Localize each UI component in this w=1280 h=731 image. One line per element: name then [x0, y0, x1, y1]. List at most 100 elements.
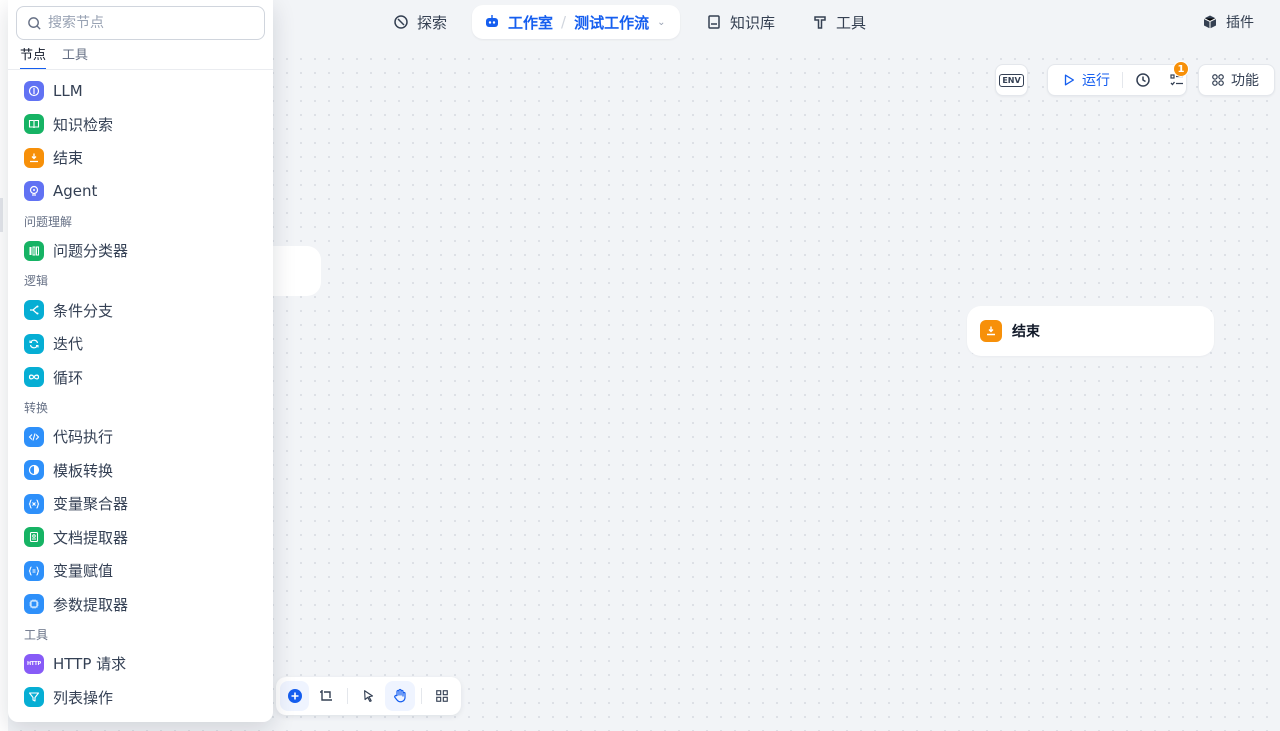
node-item-label: LLM: [53, 81, 83, 100]
nav-tools-label: 工具: [836, 13, 867, 32]
node-item-label: HTTP 请求: [53, 655, 127, 674]
node-item-param-extractor[interactable]: 参数提取器: [8, 588, 273, 622]
code-icon: [24, 426, 44, 447]
divider: [420, 688, 422, 704]
node-item-loop[interactable]: 循环: [8, 361, 273, 395]
node-item-knowledge-retrieval[interactable]: 知识检索: [8, 108, 273, 142]
divider: [1122, 72, 1123, 88]
node-item-label: 循环: [53, 368, 84, 387]
organize-button[interactable]: [428, 681, 457, 711]
cube-icon: [1203, 15, 1217, 29]
node-item-code[interactable]: 代码执行: [8, 420, 273, 454]
left-edge-handle: [0, 198, 3, 232]
canvas-tools: [276, 677, 461, 715]
grid-icon: [436, 690, 449, 702]
search-icon: [28, 16, 41, 30]
hand-mode-button[interactable]: [385, 681, 415, 711]
cursor-icon: [363, 690, 373, 702]
left-edge: [0, 0, 8, 731]
node-item-label: 变量赋值: [53, 562, 114, 581]
nav-plugins-label: 插件: [1226, 15, 1254, 31]
agent-icon: [24, 181, 44, 202]
node-item-label: 问题分类器: [53, 242, 129, 261]
infinity-icon: [24, 367, 44, 388]
history-icon[interactable]: [1135, 72, 1151, 88]
add-node-button[interactable]: [280, 681, 310, 711]
nav-tools[interactable]: 工具: [812, 6, 866, 38]
branch-icon: [24, 300, 44, 321]
node-item-agent[interactable]: Agent: [8, 175, 273, 209]
http-icon: HTTP: [24, 653, 44, 674]
node-item-label: 文档提取器: [53, 528, 129, 547]
nav-plugins[interactable]: 插件: [1202, 6, 1254, 38]
end-icon: [980, 320, 1002, 342]
hammer-icon: [814, 16, 826, 29]
pointer-mode-button[interactable]: [354, 681, 383, 711]
group-title-logic: 逻辑: [24, 274, 49, 288]
compass-icon: [394, 15, 408, 29]
tab-tools[interactable]: 工具: [62, 44, 88, 70]
workflow-name[interactable]: 测试工作流: [574, 12, 649, 33]
node-item-list-op[interactable]: 列表操作: [8, 681, 273, 715]
node-item-label: 迭代: [53, 335, 84, 354]
end-node[interactable]: 结束: [967, 306, 1214, 356]
node-item-label: 列表操作: [53, 688, 114, 707]
note-icon: [320, 690, 333, 701]
tab-nodes[interactable]: 节点: [20, 44, 47, 70]
group-title-transform: 转换: [24, 400, 49, 415]
env-button[interactable]: ENV: [995, 64, 1028, 96]
nav-explore-label: 探索: [417, 13, 448, 32]
hand-icon: [394, 688, 406, 703]
run-button[interactable]: 运行: [1082, 70, 1110, 90]
node-item-label: 条件分支: [53, 301, 114, 320]
search-input[interactable]: [48, 15, 248, 31]
end-node-label: 结束: [1012, 324, 1040, 340]
document-icon: [24, 527, 44, 548]
node-item-label: 变量聚合器: [53, 495, 129, 514]
node-item-label: Agent: [53, 182, 98, 201]
divider: [346, 688, 348, 704]
node-item-label: 代码执行: [53, 428, 114, 447]
search-box[interactable]: [16, 6, 265, 40]
panel-tabs: 节点 工具: [20, 44, 88, 70]
node-item-doc-extractor[interactable]: 文档提取器: [8, 521, 273, 555]
chevron-down-icon[interactable]: ⌄: [657, 17, 665, 28]
nav-knowledge[interactable]: 知识库: [706, 6, 775, 38]
nav-studio-label: 工作室: [508, 13, 554, 32]
template-icon: [24, 460, 44, 481]
node-item-http[interactable]: HTTP HTTP 请求: [8, 647, 273, 681]
group-title-question: 问题理解: [24, 214, 73, 229]
node-item-template[interactable]: 模板转换: [8, 454, 273, 488]
tabs-divider: [8, 69, 273, 70]
features-label: 功能: [1231, 73, 1259, 89]
node-item-if-else[interactable]: 条件分支: [8, 294, 273, 328]
features-button[interactable]: 功能: [1198, 64, 1275, 96]
node-item-variable-assign[interactable]: 变量赋值: [8, 554, 273, 588]
breadcrumb-separator: /: [561, 13, 567, 31]
add-note-button[interactable]: [311, 681, 340, 711]
node-item-variable-aggregator[interactable]: 变量聚合器: [8, 487, 273, 521]
classifier-icon: [24, 240, 44, 261]
node-item-llm[interactable]: LLM: [8, 74, 273, 108]
end-icon: [24, 147, 44, 168]
node-item-end[interactable]: 结束: [8, 141, 273, 175]
nav-studio[interactable]: 工作室 / 测试工作流 ⌄: [472, 5, 680, 39]
plus-circle-icon: [287, 689, 302, 703]
node-item-iteration[interactable]: 迭代: [8, 327, 273, 361]
play-icon[interactable]: [1062, 73, 1076, 87]
node-item-label: 模板转换: [53, 461, 114, 480]
llm-icon: [24, 80, 44, 101]
node-item-question-classifier[interactable]: 问题分类器: [8, 234, 273, 268]
param-icon: [24, 594, 44, 615]
env-icon: ENV: [999, 73, 1024, 87]
variable-icon: [24, 493, 44, 514]
node-list: LLM 知识检索 结束 Agent 问题理解 问题分类器 逻辑 条件分支 迭代: [8, 74, 273, 714]
robot-icon: [486, 15, 498, 27]
node-item-label: 知识检索: [53, 115, 114, 134]
knowledge-icon: [24, 114, 44, 135]
group-title-tools: 工具: [24, 627, 49, 642]
node-item-label: 参数提取器: [53, 595, 129, 614]
node-item-label: 结束: [53, 149, 84, 168]
features-icon: [1212, 74, 1224, 86]
nav-explore[interactable]: 探索: [393, 6, 447, 38]
